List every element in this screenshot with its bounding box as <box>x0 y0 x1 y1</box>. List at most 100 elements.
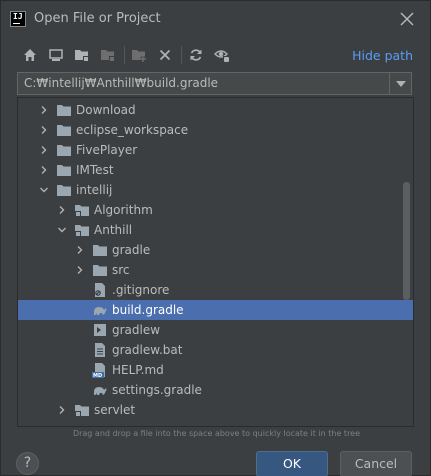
chevron-right-icon[interactable] <box>56 400 68 420</box>
folder-icon <box>56 122 72 138</box>
desktop-icon <box>49 49 63 61</box>
gradle-file-icon <box>92 382 108 398</box>
chevron-right-icon[interactable] <box>38 120 50 140</box>
eye-icon <box>214 50 230 63</box>
tree-row-label: gradle <box>112 243 151 257</box>
tree-row[interactable]: MD HELP.md <box>18 360 413 380</box>
toolbar <box>19 44 237 66</box>
tree-row[interactable]: Download <box>18 100 413 120</box>
tree-row-label: gradlew <box>112 323 161 337</box>
tree-scrollbar-thumb[interactable] <box>403 182 410 300</box>
tree-row-label: eclipse_workspace <box>76 123 189 137</box>
desktop-button[interactable] <box>45 44 67 66</box>
tree-caret-spacer <box>74 300 86 320</box>
tree-row[interactable]: gradlew.bat <box>18 340 413 360</box>
tree-row[interactable]: src <box>18 260 413 280</box>
show-hidden-files-button[interactable] <box>211 44 233 66</box>
home-icon <box>24 49 36 61</box>
close-button[interactable] <box>398 10 416 28</box>
tree-row-label: .gitignore <box>112 283 170 297</box>
chevron-down-icon <box>395 80 406 87</box>
path-combobox <box>17 72 412 95</box>
gradle-file-icon <box>92 302 108 318</box>
folder-icon <box>56 182 72 198</box>
module-directory-button[interactable] <box>97 44 119 66</box>
folder-icon <box>92 262 108 278</box>
tree-caret-spacer <box>74 380 86 400</box>
project-folder-icon <box>74 222 90 238</box>
chevron-right-icon[interactable] <box>38 160 50 180</box>
toolbar-separator <box>181 46 182 64</box>
folder-icon <box>92 242 108 258</box>
tree-row-label: Download <box>76 103 136 117</box>
project-folder-icon <box>74 402 90 418</box>
tree-caret-spacer <box>74 360 86 380</box>
gitignore-file-icon <box>92 282 108 298</box>
chevron-right-icon[interactable] <box>38 140 50 160</box>
tree-row[interactable]: Algorithm <box>18 200 413 220</box>
project-directory-button[interactable] <box>71 44 93 66</box>
tree-row[interactable]: build.gradle <box>18 300 413 320</box>
refresh-icon <box>190 49 202 61</box>
folder-icon <box>56 102 72 118</box>
tree-caret-spacer <box>74 280 86 300</box>
folder-icon <box>56 162 72 178</box>
tree-caret-spacer <box>74 340 86 360</box>
tree-row[interactable]: settings.gradle <box>18 380 413 400</box>
folder-icon <box>56 142 72 158</box>
chevron-right-icon[interactable] <box>38 100 50 120</box>
tree-row[interactable]: intellij <box>18 180 413 200</box>
help-button[interactable]: ? <box>16 452 39 475</box>
title-bar: IJ Open File or Project <box>1 1 431 37</box>
script-file-icon <box>92 322 108 338</box>
tree-row-label: build.gradle <box>112 303 184 317</box>
close-icon <box>400 12 414 26</box>
tree-row[interactable]: eclipse_workspace <box>18 120 413 140</box>
tree-row-label: IMTest <box>76 163 114 177</box>
refresh-button[interactable] <box>185 44 207 66</box>
markdown-file-icon: MD <box>92 362 108 378</box>
tree-row-label: servlet <box>94 403 136 417</box>
file-tree[interactable]: Download eclipse_workspace FivePlayer IMTes… <box>17 97 414 427</box>
open-file-dialog: IJ Open File or Project Hide path C:₩int… <box>0 0 431 476</box>
tree-row-label: intellij <box>76 183 113 197</box>
svg-text:MD: MD <box>93 373 102 378</box>
tree-row[interactable]: IMTest <box>18 160 413 180</box>
delete-icon <box>159 49 171 61</box>
text-file-icon <box>92 342 108 358</box>
home-button[interactable] <box>19 44 41 66</box>
project-folder-icon <box>74 202 90 218</box>
dialog-title: Open File or Project <box>34 11 161 26</box>
tree-row-label: src <box>112 263 130 277</box>
tree-row[interactable]: .gitignore <box>18 280 413 300</box>
tree-row-label: FivePlayer <box>76 143 138 157</box>
intellij-app-icon: IJ <box>10 11 26 27</box>
module-folder-icon <box>101 50 115 62</box>
tree-row[interactable]: Anthill <box>18 220 413 240</box>
path-dropdown-button[interactable] <box>389 73 411 94</box>
chevron-right-icon[interactable] <box>56 200 68 220</box>
project-folder-icon <box>75 50 89 62</box>
chevron-right-icon[interactable] <box>74 240 86 260</box>
ok-button[interactable]: OK <box>256 451 328 476</box>
chevron-right-icon[interactable] <box>74 260 86 280</box>
drag-drop-hint: Drag and drop a file into the space abov… <box>72 429 361 438</box>
hide-path-link[interactable]: Hide path <box>352 48 413 63</box>
chevron-down-icon[interactable] <box>56 220 68 240</box>
tree-row-label: gradlew.bat <box>112 343 183 357</box>
tree-row-label: HELP.md <box>112 363 164 377</box>
new-folder-button[interactable] <box>128 44 150 66</box>
tree-row[interactable]: gradlew <box>18 320 413 340</box>
cancel-button[interactable]: Cancel <box>340 451 412 476</box>
tree-row[interactable]: servlet <box>18 400 413 420</box>
tree-row-label: Algorithm <box>94 203 153 217</box>
tree-row-label: Anthill <box>94 223 133 237</box>
tree-row[interactable]: FivePlayer <box>18 140 413 160</box>
delete-button[interactable] <box>154 44 176 66</box>
path-input[interactable] <box>18 73 388 94</box>
chevron-down-icon[interactable] <box>38 180 50 200</box>
toolbar-separator <box>124 46 125 64</box>
tree-row[interactable]: gradle <box>18 240 413 260</box>
tree-row-label: settings.gradle <box>112 383 202 397</box>
new-folder-icon <box>132 50 146 62</box>
